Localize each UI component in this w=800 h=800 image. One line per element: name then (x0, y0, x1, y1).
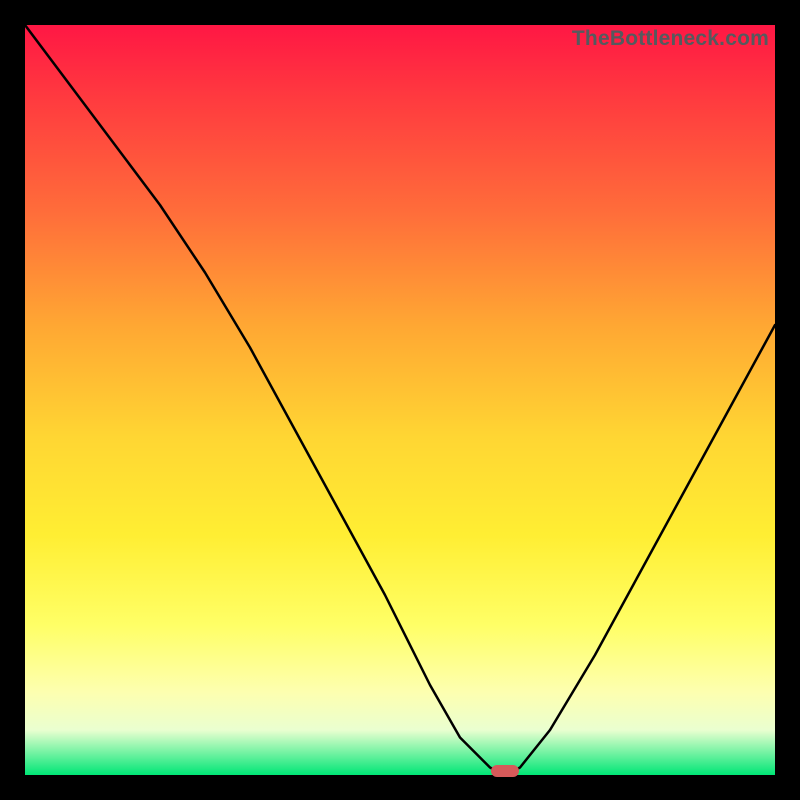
watermark-text: TheBottleneck.com (572, 27, 769, 51)
plot-area: TheBottleneck.com (25, 25, 775, 775)
optimum-marker (491, 765, 519, 777)
bottleneck-curve (25, 25, 775, 775)
chart-frame: TheBottleneck.com (0, 0, 800, 800)
